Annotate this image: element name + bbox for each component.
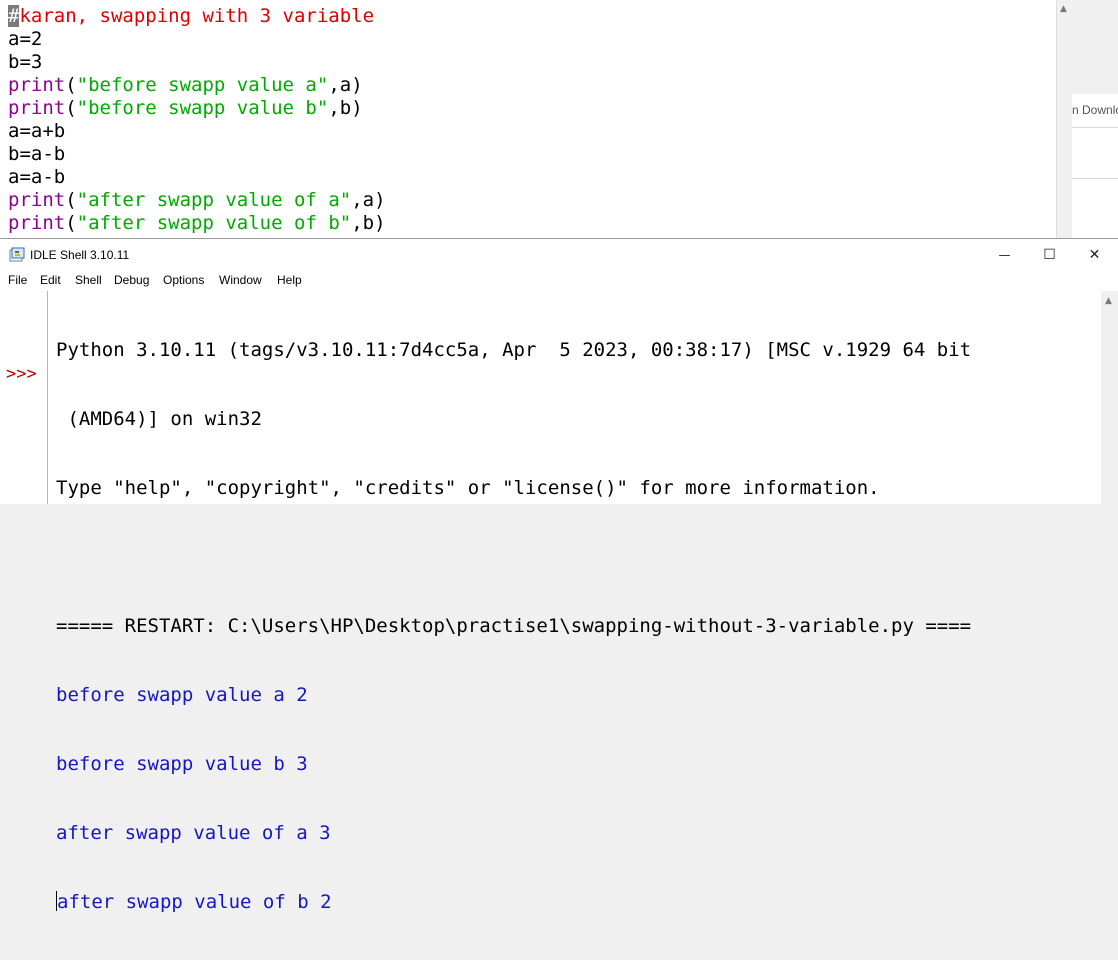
minimize-button[interactable]: — bbox=[982, 239, 1027, 270]
code-line: b=a-b bbox=[8, 143, 386, 166]
code-token: ,b) bbox=[328, 97, 363, 119]
gutter-divider bbox=[47, 291, 48, 504]
output-line: before swapp value a 2 bbox=[56, 684, 308, 706]
shell-prompt: >>> bbox=[6, 364, 37, 384]
menu-debug[interactable]: Debug bbox=[114, 273, 149, 287]
divider bbox=[1072, 127, 1118, 128]
banner-line: Python 3.10.11 (tags/v3.10.11:7d4cc5a, A… bbox=[56, 339, 972, 361]
idle-app-icon bbox=[9, 247, 25, 262]
code-token: ,a) bbox=[351, 189, 386, 211]
output-line: after swapp value of a 3 bbox=[56, 822, 331, 844]
banner-line: (AMD64)] on win32 bbox=[56, 408, 262, 430]
editor-scrollbar[interactable]: ▲ bbox=[1056, 0, 1073, 238]
restart-line: ===== RESTART: C:\Users\HP\Desktop\pract… bbox=[56, 615, 972, 637]
code-token: ( bbox=[65, 189, 77, 211]
code-token: ,a) bbox=[328, 74, 363, 96]
text-caret: # bbox=[8, 5, 20, 27]
code-token: karan, swapping with 3 variable bbox=[19, 5, 375, 27]
code-token: b=3 bbox=[8, 51, 43, 73]
code-token: "after swapp value of a" bbox=[76, 189, 352, 211]
scroll-up-arrow-icon[interactable]: ▲ bbox=[1105, 296, 1112, 306]
menu-help[interactable]: Help bbox=[277, 273, 302, 287]
menu-edit[interactable]: Edit bbox=[40, 273, 61, 287]
menu-file[interactable]: File bbox=[8, 273, 27, 287]
scroll-up-arrow-icon[interactable]: ▲ bbox=[1060, 4, 1067, 14]
code-line: print("after swapp value of a",a) bbox=[8, 189, 386, 212]
editor-window[interactable]: #karan, swapping with 3 variable a=2 b=3 pr… bbox=[0, 0, 1056, 238]
prompt-gutter: >>> bbox=[0, 291, 48, 504]
menu-bar: File Edit Shell Debug Options Window Hel… bbox=[0, 270, 1118, 291]
output-line: before swapp value b 3 bbox=[56, 753, 308, 775]
code-line: b=3 bbox=[8, 51, 386, 74]
code-line: print("before swapp value b",b) bbox=[8, 97, 386, 120]
menu-window[interactable]: Window bbox=[219, 273, 262, 287]
menu-shell[interactable]: Shell bbox=[75, 273, 102, 287]
code-token: print bbox=[8, 74, 66, 96]
code-token: print bbox=[8, 189, 66, 211]
code-token: ( bbox=[65, 97, 77, 119]
background-window-text: n Downlo bbox=[1072, 103, 1118, 117]
code-token: b=a-b bbox=[8, 143, 66, 165]
code-token: "before swapp value b" bbox=[76, 97, 329, 119]
code-line: #karan, swapping with 3 variable bbox=[8, 5, 386, 28]
maximize-icon: ☐ bbox=[1043, 246, 1056, 263]
shell-output-area[interactable]: Python 3.10.11 (tags/v3.10.11:7d4cc5a, A… bbox=[56, 293, 971, 960]
code-token: ,b) bbox=[351, 212, 386, 234]
minimize-icon: — bbox=[998, 247, 1011, 262]
menu-options[interactable]: Options bbox=[163, 273, 204, 287]
code-token: print bbox=[8, 212, 66, 234]
banner-line: Type "help", "copyright", "credits" or "… bbox=[56, 477, 880, 499]
code-token: a=a-b bbox=[8, 166, 66, 188]
title-bar[interactable]: IDLE Shell 3.10.11 — ☐ ✕ bbox=[0, 239, 1118, 270]
code-token: "before swapp value a" bbox=[76, 74, 329, 96]
shell-scrollbar[interactable]: ▲ bbox=[1101, 291, 1118, 504]
code-token: a=2 bbox=[8, 28, 43, 50]
code-token: a=a+b bbox=[8, 120, 66, 142]
code-token: print bbox=[8, 97, 66, 119]
code-line: a=a+b bbox=[8, 120, 386, 143]
code-token: ( bbox=[65, 212, 77, 234]
code-line: print("before swapp value a",a) bbox=[8, 74, 386, 97]
code-line: print("after swapp value of b",b) bbox=[8, 212, 386, 235]
background-window-header bbox=[1072, 0, 1118, 94]
output-line-text: after swapp value of b 2 bbox=[57, 891, 332, 913]
code-line: a=a-b bbox=[8, 166, 386, 189]
code-token: "after swapp value of b" bbox=[76, 212, 352, 234]
background-window[interactable]: n Downlo bbox=[1072, 0, 1118, 238]
idle-shell-window[interactable]: IDLE Shell 3.10.11 — ☐ ✕ File Edit Shell… bbox=[0, 238, 1118, 913]
code-line: a=2 bbox=[8, 28, 386, 51]
close-icon: ✕ bbox=[1088, 246, 1101, 263]
code-editor-text[interactable]: #karan, swapping with 3 variable a=2 b=3 pr… bbox=[8, 5, 386, 235]
divider bbox=[1072, 178, 1118, 179]
close-button[interactable]: ✕ bbox=[1072, 239, 1117, 270]
output-line-last: after swapp value of b 2 bbox=[56, 891, 971, 914]
code-token: ( bbox=[65, 74, 77, 96]
maximize-button[interactable]: ☐ bbox=[1027, 239, 1072, 270]
window-title: IDLE Shell 3.10.11 bbox=[30, 248, 130, 262]
